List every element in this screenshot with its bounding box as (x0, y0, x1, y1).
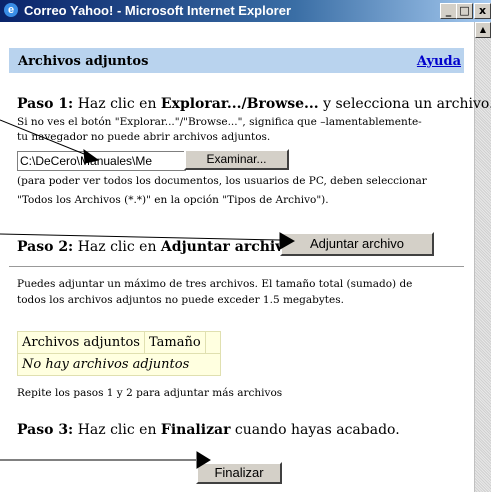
window-title: Correo Yahoo! - Microsoft Internet Explo… (24, 3, 292, 18)
repeat-steps-note: Repite los pasos 1 y 2 para adjuntar más… (17, 387, 283, 399)
maximize-button[interactable]: □ (456, 3, 473, 19)
step1-note-line1: Si no ves el botón "Explorar..."/"Browse… (17, 116, 422, 128)
step2-text-a: Haz clic en (77, 239, 157, 255)
step1-label: Paso 1: (17, 96, 74, 112)
attach-limit-line1: Puedes adjuntar un máximo de tres archiv… (17, 278, 413, 290)
divider (9, 266, 464, 267)
vertical-scrollbar[interactable]: ▲ (474, 22, 491, 492)
step2-instruction: Paso 2: Haz clic en Adjuntar archivo. (17, 239, 297, 255)
help-link[interactable]: Ayuda (417, 54, 461, 69)
step3-bold: Finalizar (160, 422, 231, 438)
close-button[interactable]: x (474, 3, 491, 19)
step3-text-a: Haz clic en (77, 422, 157, 438)
step1-text-a: Haz clic en (77, 96, 157, 112)
attachments-header: Archivos adjuntos Ayuda (9, 48, 464, 73)
step1-instruction: Paso 1: Haz clic en Explorar.../Browse..… (17, 96, 491, 112)
step2-label: Paso 2: (17, 239, 74, 255)
attach-limit-line2: todos los archivos adjuntos no puede exc… (17, 294, 344, 306)
internet-explorer-icon: e (4, 3, 18, 17)
file-path-input[interactable]: C:\DeCero\Manuales\Me (17, 151, 186, 171)
browse-button[interactable]: Examinar... (184, 149, 289, 170)
window-titlebar: e Correo Yahoo! - Microsoft Internet Exp… (0, 0, 491, 22)
column-header: Tamaño (143, 331, 206, 354)
step1-hint-line2: "Todos los Archivos (*.*)" en la opción … (17, 194, 329, 206)
finish-button[interactable]: Finalizar (196, 462, 282, 484)
attach-file-button[interactable]: Adjuntar archivo (280, 232, 434, 256)
column-header: Archivos adjuntos (17, 331, 145, 354)
step1-note-line2: tu navegador no puede abrir archivos adj… (17, 131, 271, 143)
step2-bold: Adjuntar archivo. (160, 239, 298, 255)
attachments-table: Archivos adjuntos Tamaño No hay archivos… (17, 331, 221, 376)
table-row: No hay archivos adjuntos (17, 353, 221, 376)
page-title: Archivos adjuntos (18, 54, 149, 69)
step3-text-b: cuando hayas acabado. (234, 422, 400, 438)
step1-text-b: y selecciona un archivo. (323, 96, 491, 112)
empty-table-message: No hay archivos adjuntos (17, 353, 221, 376)
table-header-row: Archivos adjuntos Tamaño (17, 331, 221, 354)
step1-bold: Explorar.../Browse... (160, 96, 319, 112)
minimize-button[interactable]: _ (440, 3, 457, 19)
step1-hint-line1: (para poder ver todos los documentos, lo… (17, 175, 427, 187)
step3-instruction: Paso 3: Haz clic en Finalizar cuando hay… (17, 422, 400, 438)
scroll-up-arrow-icon[interactable]: ▲ (475, 22, 491, 38)
step3-label: Paso 3: (17, 422, 74, 438)
column-header (204, 331, 221, 354)
